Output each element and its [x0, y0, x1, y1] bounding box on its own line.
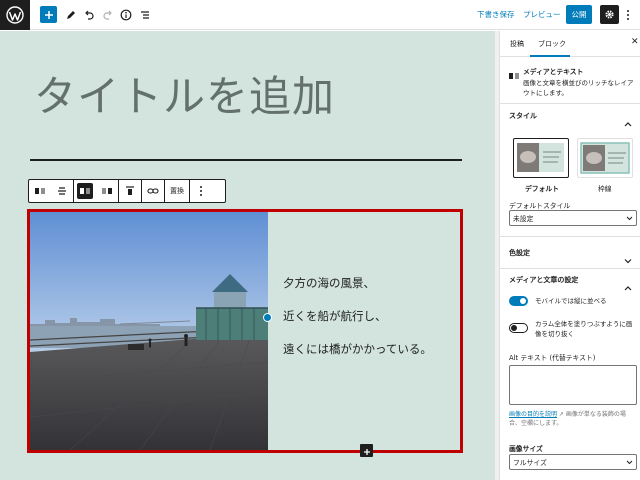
wordpress-icon[interactable]	[0, 0, 30, 30]
redo-icon[interactable]	[98, 5, 118, 25]
divider	[500, 268, 640, 269]
editor-header: 下書き保存 プレビュー 公開	[0, 0, 640, 30]
external-link-icon: ↗	[557, 411, 566, 418]
block-toolbar: 置換	[28, 179, 226, 203]
default-style-select[interactable]: 未設定	[509, 210, 637, 226]
chevron-down-icon[interactable]	[624, 249, 634, 264]
close-icon[interactable]: ✕	[631, 37, 640, 49]
plus-icon	[44, 5, 54, 24]
link-icon[interactable]	[142, 180, 164, 202]
pencil-icon[interactable]	[61, 5, 81, 25]
info-icon[interactable]	[116, 5, 136, 25]
publish-button[interactable]: 公開	[566, 5, 592, 24]
tab-block[interactable]: ブロック	[538, 39, 566, 49]
save-draft-button[interactable]: 下書き保存	[477, 9, 515, 20]
text-line-1[interactable]: 夕方の海の風景、	[283, 275, 453, 291]
media-settings-heading[interactable]: メディアと文章の設定	[509, 275, 578, 285]
block-description: 画像と文章を横並びのリッチなレイアウトにします。	[523, 79, 634, 97]
image-size-select[interactable]: フルサイズ	[509, 454, 637, 470]
chevron-up-icon[interactable]	[624, 112, 634, 127]
post-title[interactable]: タイトルを追加	[34, 63, 335, 124]
style-outline-label: 枠線	[598, 185, 612, 193]
media-text-icon	[509, 66, 519, 79]
alt-text-help: 画像の目的を説明 ↗ 画像が単なる装飾の場合、空欄にします。	[509, 410, 637, 428]
chevron-down-icon	[626, 215, 633, 223]
text-line-3[interactable]: 遠くには橋がかかっている。	[283, 341, 453, 357]
image-size-value: フルサイズ	[513, 459, 547, 467]
style-default-option[interactable]	[513, 138, 569, 178]
chevron-down-icon	[626, 459, 633, 467]
block-options-icon[interactable]	[190, 180, 212, 202]
sidebar-scrollbar[interactable]	[495, 31, 500, 480]
vertical-align-button[interactable]	[119, 180, 141, 202]
editor-canvas: タイトルを追加 置換 夕方の海の風景、 近くを船が航行し、 遠くには橋がかかって…	[0, 31, 494, 480]
crop-fill-label: カラム全体を塗りつぶすように画像を切り抜く	[535, 320, 633, 338]
crop-fill-toggle[interactable]	[509, 323, 528, 333]
chevron-up-icon[interactable]	[624, 276, 634, 291]
replace-button[interactable]: 置換	[165, 180, 189, 202]
style-panel-heading[interactable]: スタイル	[509, 111, 537, 121]
default-style-value: 未設定	[513, 215, 534, 223]
separator-block[interactable]	[30, 159, 462, 161]
add-block-button[interactable]	[40, 6, 57, 23]
style-outline-option[interactable]	[577, 138, 633, 178]
media-right-button[interactable]	[96, 180, 118, 202]
list-view-icon[interactable]	[135, 5, 155, 25]
move-button[interactable]	[51, 180, 73, 202]
divider	[500, 236, 640, 237]
sidebar-tabs: 投稿 ブロック ✕	[500, 31, 640, 57]
alt-text-label: Alt テキスト (代替テキスト)	[509, 354, 596, 362]
text-line-2[interactable]: 近くを船が航行し、	[283, 308, 453, 324]
media-text-content[interactable]: 夕方の海の風景、 近くを船が航行し、 遠くには橋がかかっている。	[283, 275, 453, 374]
settings-sidebar: 投稿 ブロック ✕ メディアとテキスト 画像と文章を横並びのリッチなレイアウトに…	[494, 31, 640, 480]
media-left-button[interactable]	[74, 180, 96, 202]
block-inserter-button[interactable]	[360, 444, 373, 457]
alt-help-link[interactable]: 画像の目的を説明	[509, 411, 557, 418]
image-size-label: 画像サイズ	[509, 445, 543, 453]
alt-text-input[interactable]	[509, 365, 637, 405]
block-type-button[interactable]	[29, 180, 51, 202]
tab-post[interactable]: 投稿	[510, 39, 524, 49]
stack-on-mobile-label: モバイルでは縦に並べる	[535, 297, 607, 305]
style-default-label: デフォルト	[525, 185, 559, 193]
settings-button[interactable]	[600, 5, 619, 24]
plus-icon	[363, 441, 371, 460]
stack-on-mobile-toggle[interactable]	[509, 296, 528, 306]
default-style-label: デフォルトスタイル	[509, 202, 571, 210]
media-width-handle[interactable]	[263, 313, 272, 322]
more-vertical-icon[interactable]	[618, 5, 638, 25]
color-panel-heading[interactable]: 色設定	[509, 248, 530, 258]
media-text-block[interactable]: 夕方の海の風景、 近くを船が航行し、 遠くには橋がかかっている。	[27, 209, 463, 453]
gear-icon	[604, 5, 615, 24]
active-tab-indicator	[530, 55, 570, 57]
block-name: メディアとテキスト	[523, 68, 584, 76]
preview-button[interactable]: プレビュー	[523, 9, 561, 20]
undo-icon[interactable]	[79, 5, 99, 25]
seaside-photo[interactable]	[30, 212, 268, 450]
divider	[500, 103, 640, 104]
